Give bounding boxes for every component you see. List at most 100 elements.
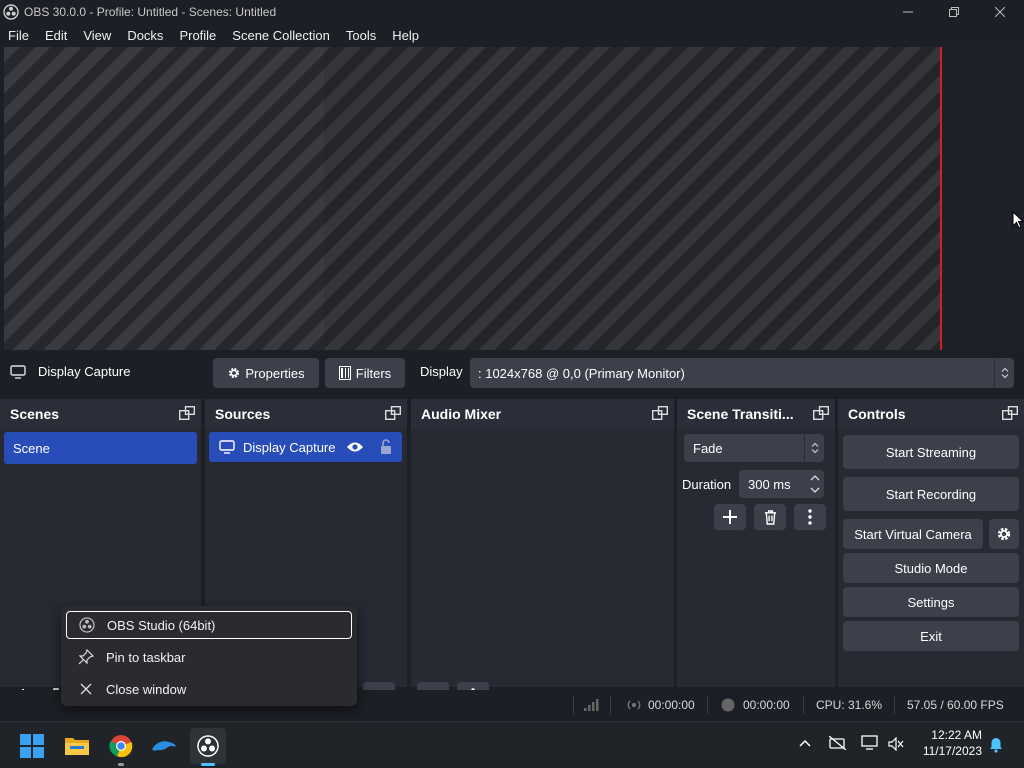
duration-spinbox[interactable]: 300 ms bbox=[739, 470, 824, 498]
audio-mixer-title: Audio Mixer bbox=[421, 405, 502, 422]
start-button[interactable] bbox=[14, 728, 50, 764]
add-transition-button[interactable] bbox=[714, 504, 746, 530]
fps-readout: 57.05 / 60.00 FPS bbox=[907, 698, 1004, 712]
maximize-button[interactable] bbox=[931, 0, 977, 24]
undock-icon[interactable] bbox=[1002, 406, 1018, 420]
taskbar-jump-list: OBS Studio (64bit) Pin to taskbar Close … bbox=[61, 606, 357, 706]
transitions-title: Scene Transiti... bbox=[687, 405, 794, 422]
virtual-camera-settings-button[interactable] bbox=[989, 519, 1019, 549]
taskbar-clock[interactable]: 12:22 AM 11/17/2023 bbox=[910, 728, 982, 758]
file-explorer-taskbar-button[interactable] bbox=[59, 728, 95, 764]
close-button[interactable] bbox=[977, 0, 1023, 24]
cpu-usage: CPU: 31.6% bbox=[816, 698, 883, 712]
undock-icon[interactable] bbox=[179, 406, 195, 420]
minimize-icon bbox=[903, 11, 913, 13]
duration-label: Duration bbox=[682, 477, 732, 492]
undock-icon[interactable] bbox=[385, 406, 401, 420]
eye-icon[interactable] bbox=[346, 440, 364, 454]
signal-bars-icon bbox=[584, 699, 599, 711]
mouse-cursor-icon bbox=[1012, 211, 1024, 229]
menu-bar: File Edit View Docks Profile Scene Colle… bbox=[0, 24, 1024, 46]
record-time: 00:00:00 bbox=[743, 698, 790, 712]
menu-help[interactable]: Help bbox=[384, 28, 427, 43]
transition-select[interactable]: Fade bbox=[684, 434, 824, 462]
stepper-arrows-icon[interactable] bbox=[810, 473, 820, 498]
display-select-value: : 1024x768 @ 0,0 (Primary Monitor) bbox=[478, 365, 685, 381]
monitor-icon bbox=[219, 440, 235, 454]
display-label: Display bbox=[420, 364, 463, 379]
close-icon bbox=[995, 7, 1005, 17]
start-virtual-camera-button[interactable]: Start Virtual Camera bbox=[843, 519, 983, 549]
start-streaming-button[interactable]: Start Streaming bbox=[843, 435, 1019, 469]
settings-button[interactable]: Settings bbox=[843, 587, 1019, 617]
exit-button[interactable]: Exit bbox=[843, 621, 1019, 651]
scene-list-item[interactable]: Scene bbox=[4, 432, 197, 464]
transition-menu-button[interactable] bbox=[794, 504, 826, 530]
display-icon[interactable] bbox=[861, 735, 879, 751]
network-disconnected-icon[interactable] bbox=[829, 736, 847, 750]
close-window-item[interactable]: Close window bbox=[66, 675, 352, 703]
chevron-up-icon[interactable] bbox=[799, 739, 811, 747]
dolphin-icon bbox=[152, 741, 176, 751]
clock-time: 12:22 AM bbox=[931, 728, 982, 742]
scene-transitions-dock: Scene Transiti... Fade Duration 300 ms bbox=[677, 399, 835, 687]
gear-icon bbox=[997, 527, 1011, 541]
title-bar: OBS 30.0.0 - Profile: Untitled - Scenes:… bbox=[0, 0, 1024, 24]
menu-profile[interactable]: Profile bbox=[171, 28, 224, 43]
minimize-button[interactable] bbox=[885, 0, 931, 24]
controls-title: Controls bbox=[848, 405, 906, 422]
notification-bell-icon[interactable] bbox=[989, 737, 1003, 753]
controls-dock: Controls Start Streaming Start Recording… bbox=[838, 399, 1024, 687]
unlock-icon[interactable] bbox=[380, 439, 392, 455]
monitor-icon bbox=[10, 364, 26, 379]
menu-view[interactable]: View bbox=[75, 28, 119, 43]
selected-source-name: Display Capture bbox=[38, 364, 131, 379]
updown-arrows-icon bbox=[994, 358, 1014, 388]
scenes-title: Scenes bbox=[10, 405, 60, 422]
sources-title: Sources bbox=[215, 405, 271, 422]
preview-canvas[interactable] bbox=[4, 47, 1024, 350]
broadcast-icon bbox=[627, 700, 641, 710]
filter-icon bbox=[338, 366, 351, 380]
record-icon bbox=[721, 698, 735, 712]
menu-tools[interactable]: Tools bbox=[338, 28, 384, 43]
pin-to-taskbar-item[interactable]: Pin to taskbar bbox=[66, 643, 352, 671]
folder-icon bbox=[65, 738, 89, 755]
updown-arrows-icon bbox=[804, 434, 824, 462]
plus-icon bbox=[723, 510, 737, 524]
stream-time: 00:00:00 bbox=[648, 698, 695, 712]
obs-logo-icon bbox=[79, 617, 95, 633]
restore-icon bbox=[949, 7, 959, 17]
app-taskbar-button[interactable] bbox=[146, 728, 182, 764]
obs-taskbar-button[interactable] bbox=[190, 728, 226, 766]
jump-list-app-item[interactable]: OBS Studio (64bit) bbox=[66, 611, 352, 639]
start-recording-button[interactable]: Start Recording bbox=[843, 477, 1019, 511]
chrome-taskbar-button[interactable] bbox=[103, 728, 139, 766]
obs-logo-icon bbox=[197, 735, 219, 757]
chrome-icon bbox=[109, 735, 133, 758]
menu-file[interactable]: File bbox=[0, 28, 37, 43]
close-icon bbox=[80, 683, 92, 695]
kebab-menu-icon bbox=[808, 509, 812, 525]
source-toolbar: Display Capture Properties Filters Displ… bbox=[0, 352, 1024, 392]
menu-docks[interactable]: Docks bbox=[119, 28, 171, 43]
undock-icon[interactable] bbox=[813, 406, 829, 420]
pin-icon bbox=[78, 649, 94, 665]
obs-logo-icon bbox=[3, 4, 19, 20]
clock-date: 11/17/2023 bbox=[922, 744, 982, 758]
menu-edit[interactable]: Edit bbox=[37, 28, 75, 43]
menu-scene-collection[interactable]: Scene Collection bbox=[224, 28, 338, 43]
volume-muted-icon[interactable] bbox=[888, 737, 904, 751]
filters-button[interactable]: Filters bbox=[325, 358, 405, 388]
trash-icon bbox=[764, 509, 776, 525]
properties-button[interactable]: Properties bbox=[213, 358, 319, 388]
undock-icon[interactable] bbox=[652, 406, 668, 420]
display-select[interactable]: : 1024x768 @ 0,0 (Primary Monitor) bbox=[470, 358, 1014, 388]
studio-mode-button[interactable]: Studio Mode bbox=[843, 553, 1019, 583]
remove-transition-button[interactable] bbox=[754, 504, 786, 530]
audio-mixer-dock: Audio Mixer bbox=[411, 399, 674, 710]
window-title: OBS 30.0.0 - Profile: Untitled - Scenes:… bbox=[24, 5, 277, 19]
source-list-item[interactable]: Display Capture bbox=[209, 432, 402, 462]
selected-source: Display Capture bbox=[10, 364, 131, 379]
windows-logo-icon bbox=[20, 734, 44, 758]
